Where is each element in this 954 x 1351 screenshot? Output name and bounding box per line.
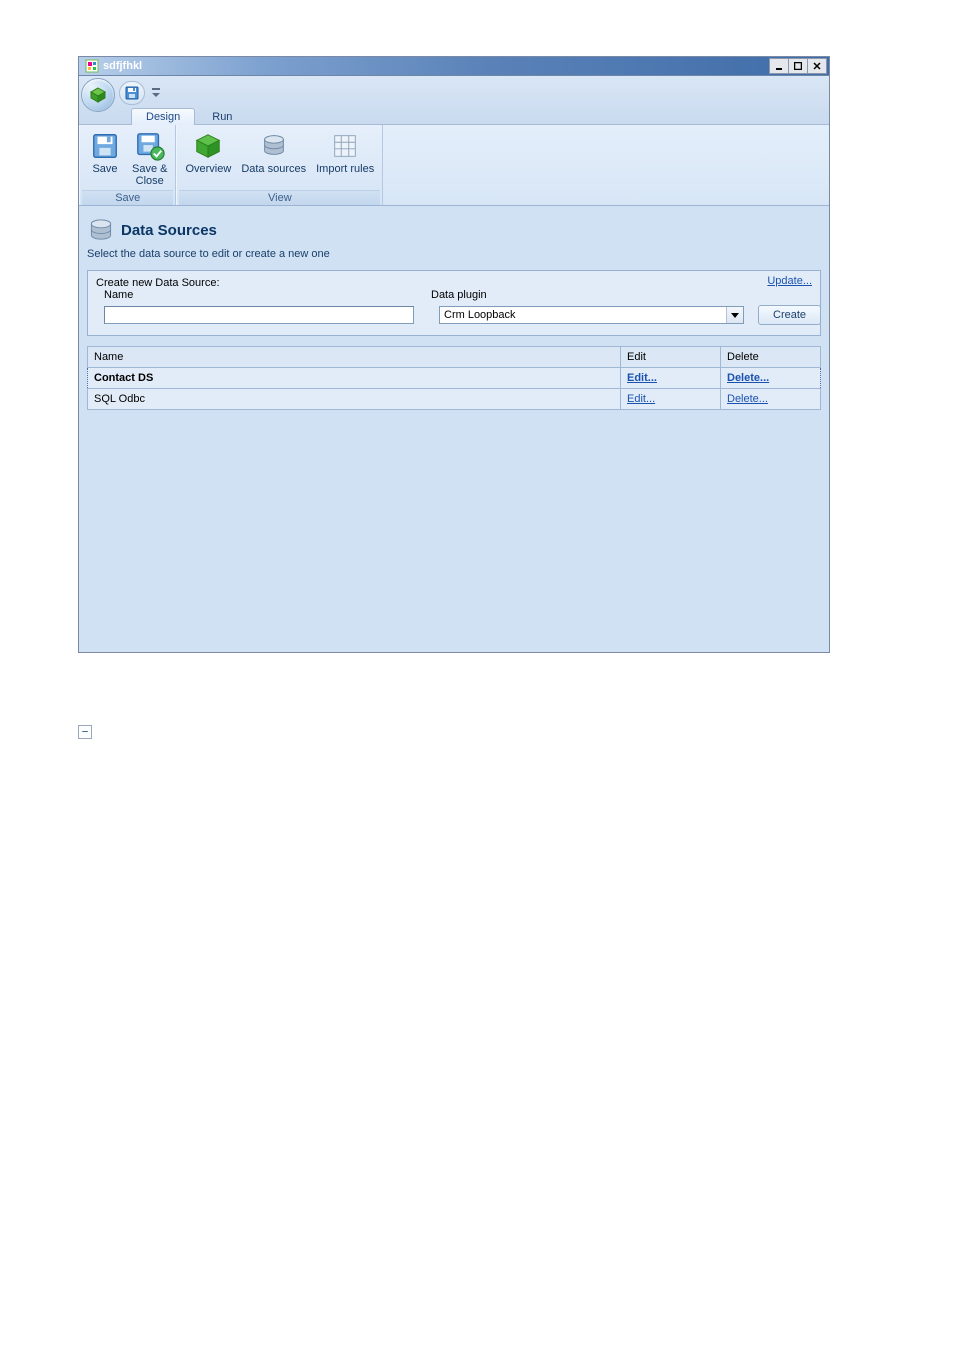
maximize-button[interactable] bbox=[788, 58, 808, 74]
app-icon bbox=[85, 59, 99, 73]
edit-link[interactable]: Edit... bbox=[627, 372, 657, 384]
update-link[interactable]: Update... bbox=[767, 275, 812, 287]
table-row[interactable]: Contact DS Edit... Delete... bbox=[88, 368, 821, 389]
ribbon: Save Save & Close Save bbox=[79, 125, 829, 206]
ribbon-group-title-view: View bbox=[179, 190, 380, 205]
create-button[interactable]: Create bbox=[758, 305, 821, 325]
save-close-icon bbox=[135, 131, 165, 161]
qat-save-button[interactable] bbox=[119, 81, 145, 105]
app-window: sdfjfhkl bbox=[78, 56, 830, 653]
ribbon-group-title-save: Save bbox=[82, 190, 173, 205]
chevron-down-icon[interactable] bbox=[726, 307, 743, 323]
col-name-header[interactable]: Name bbox=[88, 347, 621, 368]
edit-link[interactable]: Edit... bbox=[627, 393, 655, 405]
plugin-combobox[interactable]: Crm Loopback bbox=[439, 306, 744, 324]
qat-customize-dropdown[interactable] bbox=[149, 82, 163, 104]
minimize-button[interactable] bbox=[769, 58, 789, 74]
table-icon bbox=[330, 131, 360, 161]
delete-link[interactable]: Delete... bbox=[727, 372, 769, 384]
plugin-combobox-value: Crm Loopback bbox=[440, 307, 726, 323]
panel-title: Data Sources bbox=[121, 222, 217, 239]
ribbon-group-view: Overview Data sources bbox=[176, 125, 383, 205]
create-header-label: Create new Data Source: bbox=[96, 277, 431, 289]
save-icon bbox=[90, 131, 120, 161]
ribbon-save-button[interactable]: Save bbox=[84, 129, 126, 190]
database-icon bbox=[259, 131, 289, 161]
create-data-source-panel: Update... Create new Data Source: Name D… bbox=[87, 270, 821, 336]
collapse-toggle[interactable]: − bbox=[78, 725, 92, 739]
ribbon-save-close-button[interactable]: Save & Close bbox=[128, 129, 171, 190]
col-edit-header[interactable]: Edit bbox=[621, 347, 721, 368]
ribbon-overview-button[interactable]: Overview bbox=[181, 129, 235, 190]
ribbon-data-sources-button[interactable]: Data sources bbox=[237, 129, 310, 190]
row-delete-cell: Delete... bbox=[721, 368, 821, 389]
ribbon-header: Design Run bbox=[79, 76, 829, 125]
application-menu-orb[interactable] bbox=[81, 78, 115, 112]
content-area: Data Sources Select the data source to e… bbox=[79, 206, 829, 652]
col-delete-header[interactable]: Delete bbox=[721, 347, 821, 368]
overview-icon bbox=[193, 131, 223, 161]
plugin-label: Data plugin bbox=[431, 289, 812, 301]
row-delete-cell: Delete... bbox=[721, 389, 821, 410]
name-label: Name bbox=[104, 289, 431, 301]
row-name-cell: SQL Odbc bbox=[88, 389, 621, 410]
ribbon-import-rules-button[interactable]: Import rules bbox=[312, 129, 378, 190]
tab-run[interactable]: Run bbox=[197, 108, 247, 125]
tab-design[interactable]: Design bbox=[131, 108, 195, 125]
titlebar: sdfjfhkl bbox=[79, 57, 829, 76]
data-sources-table: Name Edit Delete Contact DS Edit... Delete… bbox=[87, 346, 821, 410]
database-icon bbox=[87, 216, 115, 244]
window-title: sdfjfhkl bbox=[103, 60, 770, 72]
name-input[interactable] bbox=[104, 306, 414, 324]
delete-link[interactable]: Delete... bbox=[727, 393, 768, 405]
ribbon-group-save: Save Save & Close Save bbox=[79, 125, 176, 205]
panel-subtitle: Select the data source to edit or create… bbox=[87, 248, 821, 260]
table-row[interactable]: SQL Odbc Edit... Delete... bbox=[88, 389, 821, 410]
row-name-cell: Contact DS bbox=[88, 368, 621, 389]
row-edit-cell: Edit... bbox=[621, 389, 721, 410]
row-edit-cell: Edit... bbox=[621, 368, 721, 389]
close-button[interactable] bbox=[807, 58, 827, 74]
